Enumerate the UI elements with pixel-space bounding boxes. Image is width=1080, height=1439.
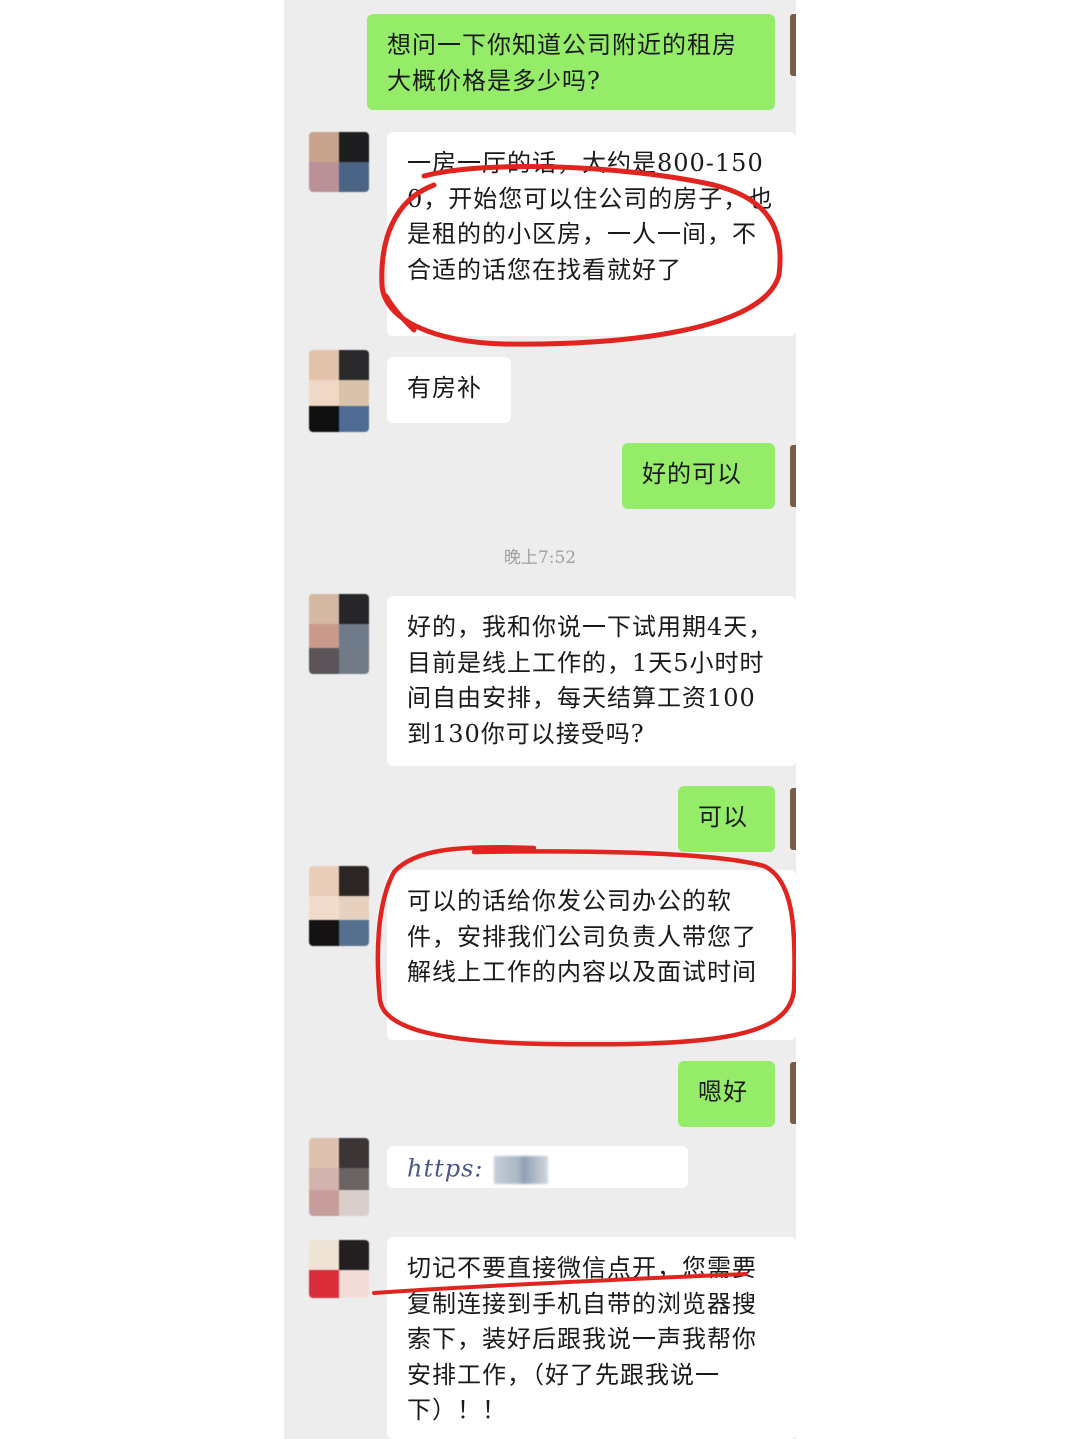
self-avatar[interactable]	[790, 445, 796, 507]
incoming-message-bubble[interactable]: 可以的话给你发公司办公的软件，安排我们公司负责人带您了解线上工作的内容以及面试时…	[387, 870, 796, 1040]
link-url-text[interactable]: https:	[407, 1155, 484, 1183]
contact-avatar[interactable]	[309, 1138, 369, 1216]
link-message-bubble[interactable]: https:	[387, 1146, 688, 1188]
incoming-message-bubble[interactable]: 好的，我和你说一下试用期4天，目前是线上工作的，1天5小时时间自由安排，每天结算…	[387, 596, 796, 766]
self-avatar[interactable]	[790, 1062, 796, 1124]
self-avatar[interactable]	[790, 14, 796, 76]
contact-avatar[interactable]	[309, 350, 369, 432]
contact-avatar[interactable]	[309, 1240, 369, 1298]
self-avatar[interactable]	[790, 788, 796, 850]
incoming-message-bubble[interactable]: 一房一厅的话，大约是800-1500，开始您可以住公司的房子，也是租的的小区房，…	[387, 132, 796, 336]
contact-avatar[interactable]	[309, 594, 369, 674]
contact-avatar[interactable]	[309, 132, 369, 192]
incoming-message-bubble[interactable]: 切记不要直接微信点开，您需要复制连接到手机自带的浏览器搜索下，装好后跟我说一声我…	[387, 1237, 796, 1439]
screenshot-canvas: 想问一下你知道公司附近的租房大概价格是多少吗? 一房一厅的话，大约是800-15…	[0, 0, 1080, 1439]
outgoing-message-bubble[interactable]: 想问一下你知道公司附近的租房大概价格是多少吗?	[367, 14, 775, 110]
chat-window[interactable]: 想问一下你知道公司附近的租房大概价格是多少吗? 一房一厅的话，大约是800-15…	[284, 0, 796, 1439]
outgoing-message-bubble[interactable]: 可以	[678, 786, 775, 852]
contact-avatar[interactable]	[309, 866, 369, 946]
blurred-link-redaction	[493, 1156, 548, 1184]
message-timestamp: 晚上7:52	[503, 548, 577, 568]
incoming-message-bubble[interactable]: 有房补	[387, 357, 511, 423]
outgoing-message-bubble[interactable]: 嗯好	[678, 1061, 775, 1127]
outgoing-message-bubble[interactable]: 好的可以	[622, 443, 775, 509]
